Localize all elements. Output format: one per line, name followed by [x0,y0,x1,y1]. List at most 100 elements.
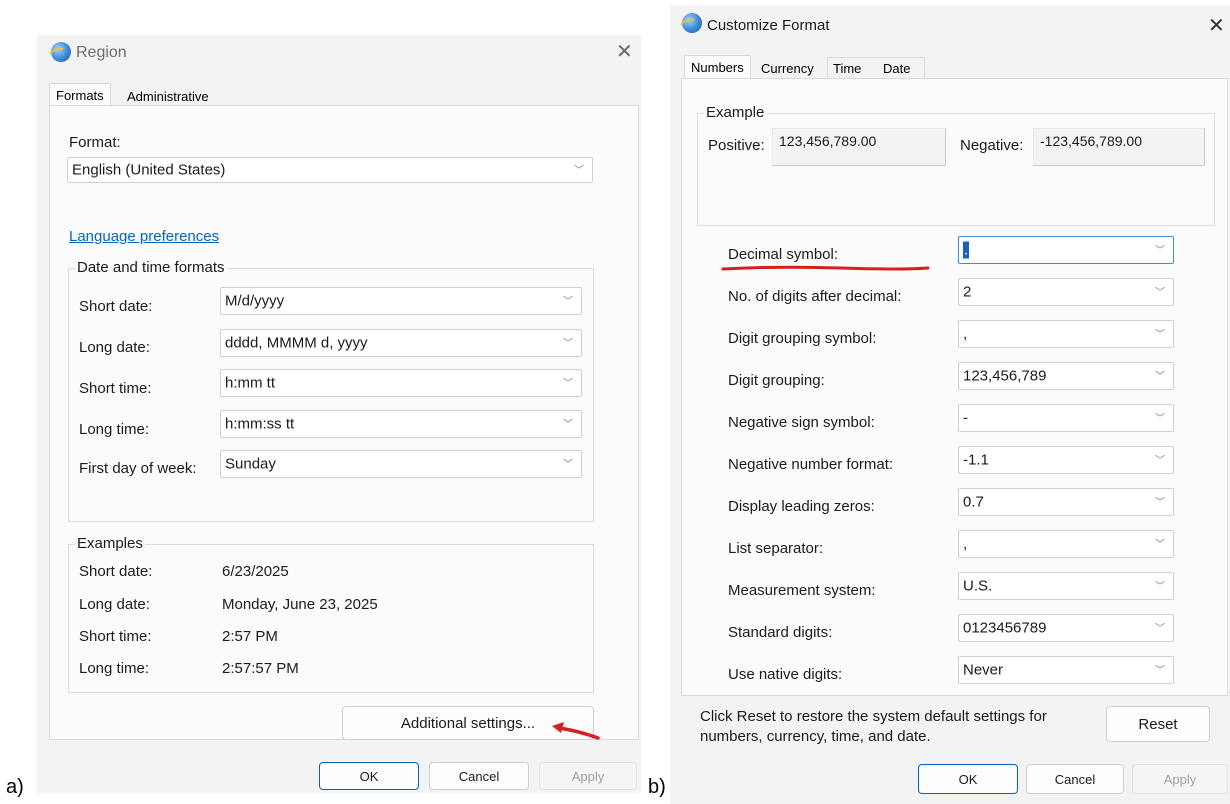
chevron-down-icon: ﹀ [574,165,584,177]
example-long-date-value: Monday, June 23, 2025 [222,596,378,613]
negative-sign-symbol-label: Negative sign symbol: [728,414,875,431]
negative-number-format-value: -1.1 [963,451,989,469]
reset-description: Click Reset to restore the system defaul… [700,708,1047,745]
example-long-time-label: Long time: [79,660,150,677]
format-value: English (United States) [72,161,226,179]
chevron-down-icon: ﹀ [1155,539,1165,551]
chevron-down-icon: ﹀ [1155,371,1165,383]
chevron-down-icon: ﹀ [563,338,573,350]
region-dialog-title: Region [76,44,127,61]
example-long-date-label: Long date: [79,596,150,613]
long-time-dropdown[interactable]: h:mm:ss tt ﹀ [220,410,582,438]
cancel-button[interactable]: Cancel [429,762,529,790]
tab-strip-border [827,57,925,80]
first-day-of-week-dropdown[interactable]: Sunday ﹀ [220,450,582,478]
apply-button[interactable]: Apply [539,762,637,790]
chevron-down-icon: ﹀ [563,378,573,390]
ok-button[interactable]: OK [918,764,1018,794]
example-short-time-value: 2:57 PM [222,628,278,645]
use-native-digits-label: Use native digits: [728,666,843,683]
standard-digits-dropdown[interactable]: 0123456789 ﹀ [958,614,1174,642]
chevron-down-icon: ﹀ [1155,287,1165,299]
red-annotation-underline-decimal [721,265,930,271]
digit-grouping-symbol-value: , [963,325,968,343]
globe-icon [682,13,702,33]
chevron-down-icon: ﹀ [1155,665,1165,677]
standard-digits-label: Standard digits: [728,624,833,641]
chevron-down-icon: ﹀ [563,419,573,431]
negative-example-value: -123,456,789.00 [1040,133,1142,149]
customize-format-title: Customize Format [707,17,830,34]
long-date-dropdown[interactable]: dddd, MMMM d, yyyy ﹀ [220,329,582,357]
use-native-digits-value: Never [963,661,1004,679]
measurement-system-label: Measurement system: [728,582,876,599]
decimal-symbol-label: Decimal symbol: [728,246,839,263]
chevron-down-icon: ﹀ [1155,245,1165,257]
negative-sign-symbol-value: - [963,409,968,427]
negative-label: Negative: [960,137,1024,154]
chevron-down-icon: ﹀ [1155,581,1165,593]
measurement-system-dropdown[interactable]: U.S. ﹀ [958,572,1174,600]
digit-grouping-symbol-dropdown[interactable]: , ﹀ [958,320,1174,348]
group-title: Date and time formats [75,259,227,276]
short-time-dropdown[interactable]: h:mm tt ﹀ [220,369,582,397]
ok-button[interactable]: OK [319,762,419,790]
example-short-time-label: Short time: [79,628,152,645]
list-separator-label: List separator: [728,540,824,557]
digit-grouping-dropdown[interactable]: 123,456,789 ﹀ [958,362,1174,390]
tab-numbers[interactable]: Numbers [684,55,751,80]
long-date-label: Long date: [79,339,150,356]
chevron-down-icon: ﹀ [563,459,573,471]
chevron-down-icon: ﹀ [1155,455,1165,467]
chevron-down-icon: ﹀ [1155,623,1165,635]
list-separator-dropdown[interactable]: , ﹀ [958,530,1174,558]
list-separator-value: , [963,535,968,553]
decimal-symbol-dropdown[interactable]: . ﹀ [958,236,1174,264]
short-date-dropdown[interactable]: M/d/yyyy ﹀ [220,287,582,315]
example-short-date-value: 6/23/2025 [222,563,289,580]
reset-button[interactable]: Reset [1106,706,1210,742]
digits-after-decimal-label: No. of digits after decimal: [728,288,902,305]
language-preferences-link[interactable]: Language preferences [69,228,219,245]
panel-label-a: a) [6,776,24,798]
short-date-value: M/d/yyyy [225,292,285,310]
first-day-of-week-label: First day of week: [79,460,197,477]
short-time-value: h:mm tt [225,374,276,392]
cancel-button[interactable]: Cancel [1026,764,1124,794]
negative-number-format-label: Negative number format: [728,456,894,473]
standard-digits-value: 0123456789 [963,619,1047,637]
first-day-of-week-value: Sunday [225,455,276,473]
panel-label-b: b) [648,776,666,798]
example-short-date-label: Short date: [79,563,153,580]
positive-example-box: 123,456,789.00 [772,128,946,166]
apply-button[interactable]: Apply [1132,764,1228,794]
decimal-symbol-value: . [963,241,970,259]
long-time-value: h:mm:ss tt [225,415,295,433]
digit-grouping-value: 123,456,789 [963,367,1047,385]
close-icon[interactable]: ✕ [1208,16,1225,36]
format-label: Format: [69,134,121,151]
chevron-down-icon: ﹀ [1155,413,1165,425]
globe-icon [51,42,71,62]
red-annotation-arrow [552,722,600,740]
negative-sign-symbol-dropdown[interactable]: - ﹀ [958,404,1174,432]
positive-label: Positive: [708,137,765,154]
measurement-system-value: U.S. [963,577,993,595]
example-long-time-value: 2:57:57 PM [222,660,299,677]
digits-after-decimal-dropdown[interactable]: 2 ﹀ [958,278,1174,306]
digit-grouping-label: Digit grouping: [728,372,825,389]
negative-number-format-dropdown[interactable]: -1.1 ﹀ [958,446,1174,474]
negative-example-box: -123,456,789.00 [1033,128,1205,166]
display-leading-zeros-label: Display leading zeros: [728,498,875,515]
short-date-label: Short date: [79,298,153,315]
chevron-down-icon: ﹀ [563,296,573,308]
chevron-down-icon: ﹀ [1155,497,1165,509]
format-dropdown[interactable]: English (United States) ﹀ [67,157,593,183]
display-leading-zeros-dropdown[interactable]: 0.7 ﹀ [958,488,1174,516]
short-time-label: Short time: [79,380,152,397]
use-native-digits-dropdown[interactable]: Never ﹀ [958,656,1174,684]
group-title: Example [704,104,767,121]
long-time-label: Long time: [79,421,150,438]
close-icon[interactable]: ✕ [616,42,633,62]
display-leading-zeros-value: 0.7 [963,493,984,511]
